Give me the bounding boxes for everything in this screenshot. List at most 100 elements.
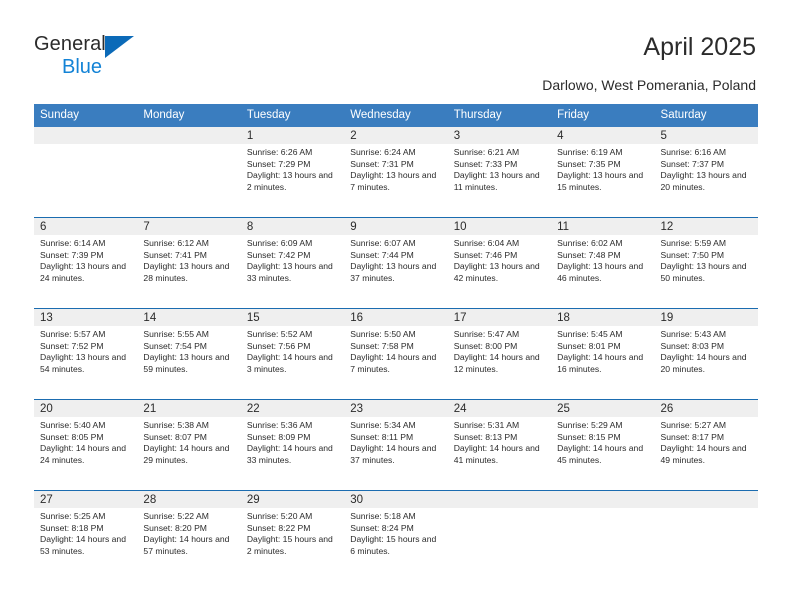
day-details: Sunrise: 6:14 AM Sunset: 7:39 PM Daylight:… [34,235,137,308]
calendar-day-cell-empty [137,127,241,217]
calendar-day-cell[interactable]: 11 Sunrise: 6:02 AM Sunset: 7:48 PM Dayligh… [551,218,655,308]
calendar-day-cell[interactable]: 12 Sunrise: 5:59 AM Sunset: 7:50 PM Dayligh… [654,218,758,308]
day-details: Sunrise: 5:50 AM Sunset: 7:58 PM Daylight:… [344,326,447,399]
calendar-day-cell[interactable]: 26 Sunrise: 5:27 AM Sunset: 8:17 PM Dayligh… [654,400,758,490]
calendar-day-cell[interactable]: 2 Sunrise: 6:24 AM Sunset: 7:31 PM Daylight… [344,127,448,217]
daylight-text: Daylight: 14 hours and 57 minutes. [143,534,230,556]
logo-text-blue: Blue [62,56,103,78]
logo[interactable]: General Blue [34,32,164,84]
day-number: 2 [344,127,448,144]
daylight-text: Daylight: 13 hours and 59 minutes. [143,352,230,374]
day-number: 23 [344,400,448,417]
daylight-text: Daylight: 13 hours and 46 minutes. [557,261,644,283]
sunrise-text: Sunrise: 5:31 AM [453,420,520,430]
sunrise-text: Sunrise: 6:14 AM [40,238,106,248]
calendar-day-cell[interactable]: 25 Sunrise: 5:29 AM Sunset: 8:15 PM Dayligh… [551,400,655,490]
day-number: 26 [654,400,758,417]
sunset-text: Sunset: 7:50 PM [660,249,725,260]
day-details: Sunrise: 5:59 AM Sunset: 7:50 PM Daylight:… [655,235,758,308]
calendar-day-cell[interactable]: 24 Sunrise: 5:31 AM Sunset: 8:13 PM Dayligh… [447,400,552,490]
day-details: Sunrise: 6:07 AM Sunset: 7:44 PM Daylight:… [344,235,447,308]
sunrise-text: Sunrise: 5:38 AM [143,420,209,430]
daylight-text: Daylight: 13 hours and 33 minutes. [246,261,333,283]
sunrise-text: Sunrise: 5:22 AM [143,511,209,521]
day-number: 27 [34,491,138,508]
sunset-text: Sunset: 8:07 PM [143,431,207,442]
sunset-text: Sunset: 8:13 PM [453,431,518,442]
day-details: Sunrise: 6:02 AM Sunset: 7:48 PM Daylight:… [551,235,654,308]
calendar-week-row: 1 Sunrise: 6:26 AM Sunset: 7:29 PM Daylight… [34,127,758,217]
weekday-header-wednesday: Wednesday [350,109,411,121]
sunset-text: Sunset: 7:37 PM [660,158,725,169]
calendar-day-cell[interactable]: 9 Sunrise: 6:07 AM Sunset: 7:44 PM Daylight… [344,218,448,308]
sunset-text: Sunset: 7:58 PM [350,340,414,351]
calendar-day-cell[interactable]: 13 Sunrise: 5:57 AM Sunset: 7:52 PM Dayligh… [34,309,138,399]
calendar-day-cell[interactable]: 15 Sunrise: 5:52 AM Sunset: 7:56 PM Dayligh… [240,309,345,399]
calendar-day-cell[interactable]: 29 Sunrise: 5:20 AM Sunset: 8:22 PM Dayligh… [240,491,345,581]
daylight-text: Daylight: 13 hours and 2 minutes. [246,170,333,192]
day-details: Sunrise: 5:43 AM Sunset: 8:03 PM Daylight:… [655,326,758,399]
calendar-day-cell[interactable]: 19 Sunrise: 5:43 AM Sunset: 8:03 PM Dayligh… [654,309,758,399]
daylight-text: Daylight: 14 hours and 12 minutes. [453,352,540,374]
day-details: Sunrise: 5:27 AM Sunset: 8:17 PM Daylight:… [655,417,758,490]
day-number: 29 [240,491,345,508]
daylight-text: Daylight: 13 hours and 24 minutes. [40,261,126,283]
daylight-text: Daylight: 14 hours and 7 minutes. [350,352,437,374]
daylight-text: Daylight: 14 hours and 49 minutes. [660,443,747,465]
daylight-text: Daylight: 13 hours and 11 minutes. [453,170,540,192]
day-number: 16 [344,309,448,326]
calendar-day-cell[interactable]: 10 Sunrise: 6:04 AM Sunset: 7:46 PM Dayligh… [447,218,552,308]
calendar-day-cell[interactable]: 18 Sunrise: 5:45 AM Sunset: 8:01 PM Dayligh… [551,309,655,399]
day-number: 18 [551,309,655,326]
day-number: 8 [240,218,345,235]
sunset-text: Sunset: 7:29 PM [246,158,311,169]
page-header: General Blue April 2025 Darlowo, West Po… [0,0,792,100]
calendar-day-cell[interactable]: 1 Sunrise: 6:26 AM Sunset: 7:29 PM Daylight… [240,127,345,217]
sunrise-text: Sunrise: 5:36 AM [246,420,313,430]
day-details: Sunrise: 5:29 AM Sunset: 8:15 PM Daylight:… [551,417,654,490]
calendar-day-cell[interactable]: 28 Sunrise: 5:22 AM Sunset: 8:20 PM Dayligh… [137,491,241,581]
sunrise-text: Sunrise: 5:34 AM [350,420,416,430]
daylight-text: Daylight: 14 hours and 53 minutes. [40,534,126,556]
calendar-day-cell[interactable]: 21 Sunrise: 5:38 AM Sunset: 8:07 PM Dayligh… [137,400,241,490]
day-details: Sunrise: 6:09 AM Sunset: 7:42 PM Daylight:… [241,235,344,308]
calendar-day-cell[interactable]: 17 Sunrise: 5:47 AM Sunset: 8:00 PM Dayligh… [447,309,552,399]
sunrise-text: Sunrise: 5:25 AM [40,511,106,521]
calendar-day-cell[interactable]: 3 Sunrise: 6:21 AM Sunset: 7:33 PM Daylight… [447,127,552,217]
day-details: Sunrise: 5:38 AM Sunset: 8:07 PM Daylight:… [137,417,240,490]
day-number: 12 [654,218,758,235]
sunrise-text: Sunrise: 6:07 AM [350,238,416,248]
sunset-text: Sunset: 7:39 PM [40,249,104,260]
calendar-day-cell[interactable]: 23 Sunrise: 5:34 AM Sunset: 8:11 PM Dayligh… [344,400,448,490]
calendar-day-cell[interactable]: 30 Sunrise: 5:18 AM Sunset: 8:24 PM Dayligh… [344,491,448,581]
calendar-day-cell[interactable]: 27 Sunrise: 5:25 AM Sunset: 8:18 PM Dayligh… [34,491,138,581]
day-number: 24 [447,400,552,417]
daylight-text: Daylight: 13 hours and 15 minutes. [557,170,644,192]
daylight-text: Daylight: 15 hours and 2 minutes. [246,534,333,556]
calendar-day-cell[interactable]: 7 Sunrise: 6:12 AM Sunset: 7:41 PM Daylight… [137,218,241,308]
sunrise-text: Sunrise: 6:04 AM [453,238,520,248]
calendar-day-cell[interactable]: 14 Sunrise: 5:55 AM Sunset: 7:54 PM Dayligh… [137,309,241,399]
day-details [551,508,654,581]
sunset-text: Sunset: 8:17 PM [660,431,725,442]
calendar-day-cell[interactable]: 8 Sunrise: 6:09 AM Sunset: 7:42 PM Daylight… [240,218,345,308]
daylight-text: Daylight: 14 hours and 24 minutes. [40,443,126,465]
day-number: 14 [137,309,241,326]
page-subtitle: Darlowo, West Pomerania, Poland [542,77,756,93]
calendar-day-cell[interactable]: 16 Sunrise: 5:50 AM Sunset: 7:58 PM Dayligh… [344,309,448,399]
calendar-day-cell-empty [34,127,138,217]
day-details: Sunrise: 6:19 AM Sunset: 7:35 PM Daylight:… [551,144,654,217]
calendar-week-row: 20 Sunrise: 5:40 AM Sunset: 8:05 PM Dayligh… [34,399,758,490]
calendar-day-cell[interactable]: 22 Sunrise: 5:36 AM Sunset: 8:09 PM Dayligh… [240,400,345,490]
day-number: 30 [344,491,448,508]
day-details: Sunrise: 6:26 AM Sunset: 7:29 PM Daylight:… [241,144,344,217]
day-number: 13 [34,309,138,326]
sunrise-text: Sunrise: 6:02 AM [557,238,623,248]
calendar-day-cell[interactable]: 20 Sunrise: 5:40 AM Sunset: 8:05 PM Dayligh… [34,400,138,490]
daylight-text: Daylight: 15 hours and 6 minutes. [350,534,437,556]
calendar-day-cell[interactable]: 5 Sunrise: 6:16 AM Sunset: 7:37 PM Daylight… [654,127,758,217]
sunset-text: Sunset: 7:46 PM [453,249,518,260]
calendar-day-cell[interactable]: 6 Sunrise: 6:14 AM Sunset: 7:39 PM Daylight… [34,218,138,308]
logo-text-general: General [34,33,106,55]
calendar-day-cell[interactable]: 4 Sunrise: 6:19 AM Sunset: 7:35 PM Daylight… [551,127,655,217]
